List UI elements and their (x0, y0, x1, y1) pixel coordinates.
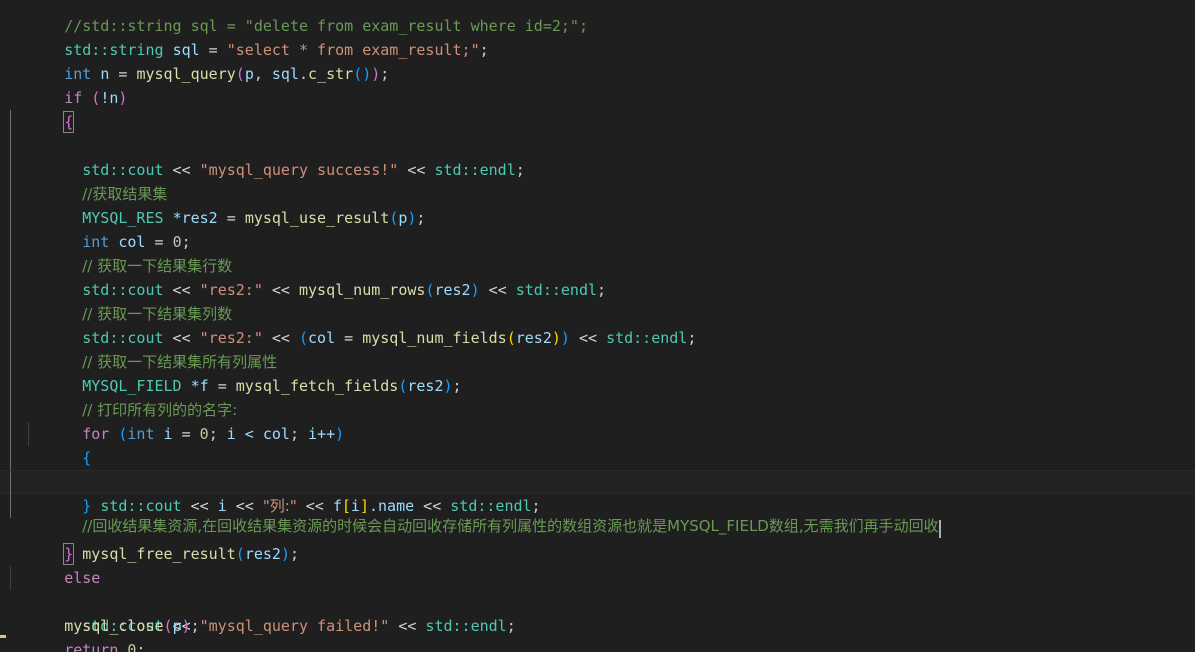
code-line[interactable]: std::cout << "res2:" << mysql_num_rows(r… (0, 230, 1195, 299)
indent-guide (10, 254, 11, 278)
code-line[interactable]: if (!n) (0, 62, 1195, 107)
code-line[interactable]: else (0, 542, 1195, 587)
indent-guide (28, 422, 29, 446)
indent-guide (10, 134, 11, 158)
code-line[interactable]: std::cout << i << "列:" << f[i].name << s… (0, 422, 1195, 515)
code-line[interactable]: { (0, 86, 1195, 133)
indent-guide (10, 446, 11, 470)
code-line[interactable]: MYSQL_FIELD *f = mysql_fetch_fields(res2… (0, 326, 1195, 395)
code-line[interactable]: } (0, 446, 1195, 515)
code-line[interactable]: // 获取一下结果集列数 (0, 254, 1195, 323)
semicolon: ; (136, 641, 146, 652)
indent-guide (10, 302, 11, 326)
code-line[interactable]: std::cout << "mysql_query success!" << s… (0, 110, 1195, 179)
code-line[interactable]: mysql_close(p); (0, 590, 1195, 635)
code-line[interactable]: return 0; (0, 614, 1195, 652)
code-line[interactable]: for (int i = 0; i < col; i++) (0, 374, 1195, 443)
code-surface[interactable]: //std::string sql = "delete from exam_re… (0, 0, 1195, 652)
code-line[interactable]: std::cout << "mysql_query failed!" << st… (0, 566, 1195, 635)
code-line[interactable]: //std::string sql = "delete from exam_re… (0, 0, 1195, 35)
indent-guide (10, 350, 11, 374)
indent-guide (10, 326, 11, 350)
indent-guide (10, 278, 11, 302)
code-line[interactable]: } (0, 518, 1195, 565)
code-line[interactable]: mysql_free_result(res2); (0, 494, 1195, 563)
indent-guide (10, 422, 11, 446)
indent-guide (10, 158, 11, 182)
indent-guide (10, 494, 11, 518)
code-line[interactable]: int n = mysql_query(p, sql.c_str()); (0, 38, 1195, 83)
indent-guide (10, 230, 11, 254)
code-line[interactable]: int col = 0; (0, 182, 1195, 251)
code-line[interactable]: // 获取一下结果集所有列属性 (0, 302, 1195, 371)
code-line-current[interactable]: //回收结果集资源,在回收结果集资源的时候会自动回收存储所有列属性的数组资源也就… (0, 470, 1195, 538)
indent-guide (10, 566, 11, 590)
indent-guide (10, 374, 11, 398)
code-line[interactable]: std::cout << "res2:" << (col = mysql_num… (0, 278, 1195, 347)
code-line[interactable]: { (0, 398, 1195, 467)
indent-guide (10, 206, 11, 230)
code-line[interactable]: // 获取一下结果集行数 (0, 206, 1195, 275)
indent-guide (10, 182, 11, 206)
code-line[interactable]: std::string sql = "select * from exam_re… (0, 14, 1195, 59)
code-line[interactable]: // 打印所有列的的名字: (0, 350, 1195, 419)
code-line[interactable]: //获取结果集 (0, 134, 1195, 203)
code-editor[interactable]: //std::string sql = "delete from exam_re… (0, 0, 1195, 652)
keyword-token: return (64, 641, 119, 652)
dirty-change-marker (0, 635, 6, 638)
indent-guide (10, 471, 11, 495)
code-line[interactable]: MYSQL_RES *res2 = mysql_use_result(p); (0, 158, 1195, 227)
indent-guide (10, 398, 11, 422)
indent-guide (10, 110, 11, 134)
